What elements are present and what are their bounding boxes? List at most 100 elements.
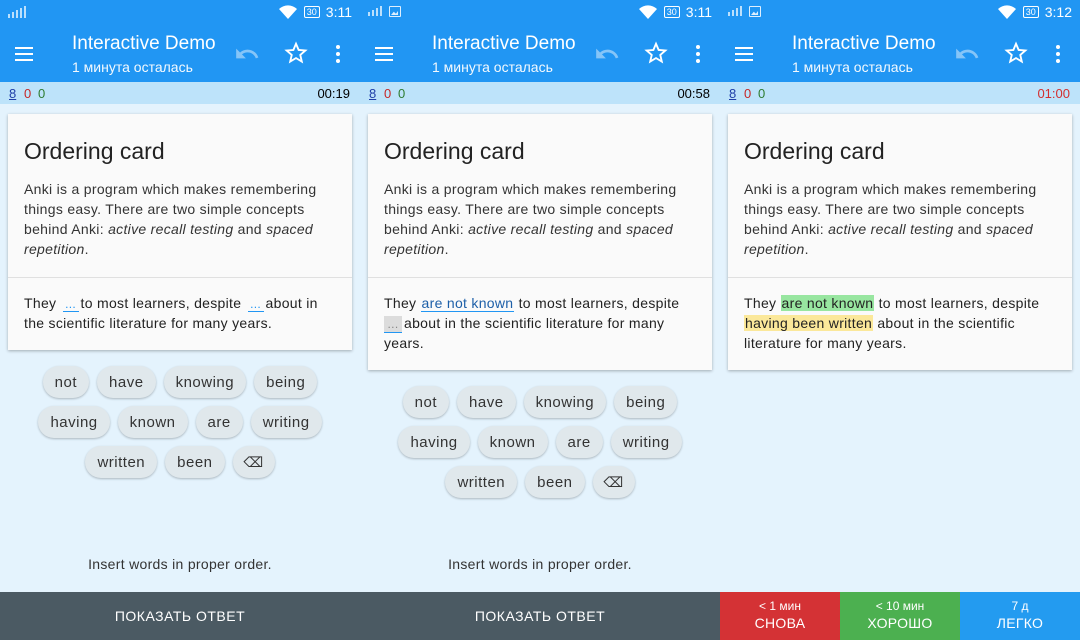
star-icon[interactable] — [1002, 39, 1030, 67]
signal-icon — [8, 6, 26, 18]
word-chip[interactable]: have — [457, 386, 516, 418]
star-icon[interactable] — [282, 39, 310, 67]
card-timer: 01:00 — [1037, 86, 1070, 101]
flashcard: Ordering card Anki is a program which ma… — [368, 114, 712, 370]
word-chip[interactable]: being — [614, 386, 678, 418]
word-chip[interactable]: being — [254, 366, 318, 398]
more-options-icon[interactable] — [330, 41, 346, 67]
clock: 3:11 — [685, 4, 712, 20]
status-right: 30 3:11 — [638, 4, 712, 20]
word-chip[interactable]: been — [525, 466, 585, 498]
show-answer-button[interactable]: ПОКАЗАТЬ ОТВЕТ — [360, 592, 720, 640]
clock: 3:11 — [325, 4, 352, 20]
word-chip[interactable]: have — [97, 366, 156, 398]
word-chip[interactable]: are — [195, 406, 243, 438]
word-chip[interactable]: not — [42, 366, 90, 398]
easy-label: ЛЕГКО — [996, 615, 1044, 631]
card-text: Anki is a program which makes rememberin… — [744, 181, 1037, 257]
clock: 3:12 — [1044, 4, 1072, 20]
undo-icon[interactable] — [594, 41, 620, 67]
word-chip[interactable]: having — [38, 406, 110, 438]
word-chip[interactable]: written — [445, 466, 518, 498]
easy-interval: 7 д — [1011, 599, 1029, 613]
review-count: 0 — [758, 86, 766, 101]
card-text: Anki is a program which makes rememberin… — [384, 181, 677, 257]
signal-icon — [728, 6, 742, 16]
again-interval: < 1 мин — [759, 599, 801, 613]
good-button[interactable]: < 10 мин ХОРОШО — [840, 592, 960, 640]
word-chip[interactable]: known — [117, 406, 188, 438]
word-chip[interactable]: not — [402, 386, 450, 418]
word-chips: not have knowing being having known are … — [0, 366, 360, 478]
battery-icon: 30 — [303, 6, 320, 18]
word-chip[interactable]: written — [85, 446, 158, 478]
word-chip[interactable]: knowing — [163, 366, 247, 398]
wifi-icon — [278, 5, 297, 19]
learning-count: 0 — [24, 86, 32, 101]
toolbar: Interactive Demo 1 минута осталась — [720, 26, 1080, 82]
word-chip[interactable]: been — [165, 446, 225, 478]
easy-button[interactable]: 7 д ЛЕГКО — [960, 592, 1080, 640]
backspace-icon[interactable]: ⌫ — [232, 446, 275, 478]
again-button[interactable]: < 1 мин СНОВА — [720, 592, 840, 640]
word-chip[interactable]: writing — [250, 406, 322, 438]
hamburger-menu-icon[interactable] — [730, 40, 758, 68]
word-chip[interactable]: are — [555, 426, 603, 458]
status-bar: 30 3:12 — [720, 0, 1080, 26]
learning-count: 0 — [384, 86, 392, 101]
card-question: Ordering card Anki is a program which ma… — [8, 114, 352, 278]
cloze-sentence: They ... to most learners, despite ... abo… — [24, 295, 318, 331]
again-label: СНОВА — [754, 615, 806, 631]
correct-answer-2: having been written — [744, 315, 874, 331]
word-chip[interactable]: knowing — [523, 386, 607, 418]
word-chip[interactable]: writing — [610, 426, 682, 458]
chip-row: not have knowing being — [42, 366, 318, 398]
undo-icon[interactable] — [954, 41, 980, 67]
cloze-gap-1[interactable]: ... — [62, 297, 79, 312]
card-title: Ordering card — [24, 138, 165, 164]
screen-2: 30 3:11 Interactive Demo 1 минута остала… — [360, 0, 720, 640]
card-question: Ordering card Anki is a program which ma… — [368, 114, 712, 278]
wifi-icon — [997, 5, 1016, 19]
gallery-icon — [389, 6, 401, 17]
star-icon[interactable] — [642, 39, 670, 67]
new-count: 8 — [9, 86, 17, 101]
correct-answer-1: are not known — [780, 295, 875, 311]
wifi-icon — [638, 5, 657, 19]
undo-icon[interactable] — [234, 41, 260, 67]
show-answer-button[interactable]: ПОКАЗАТЬ ОТВЕТ — [0, 592, 360, 640]
screen-3: 30 3:12 Interactive Demo 1 минута остала… — [720, 0, 1080, 640]
flashcard: Ordering card Anki is a program which ma… — [8, 114, 352, 350]
more-options-icon[interactable] — [1050, 41, 1066, 67]
count-bar: 8 0 0 00:19 — [0, 82, 360, 104]
time-remaining: 1 минута осталась — [792, 59, 913, 75]
answer-buttons: < 1 мин СНОВА < 10 мин ХОРОШО 7 д ЛЕГКО — [720, 592, 1080, 640]
hamburger-menu-icon[interactable] — [370, 40, 398, 68]
backspace-icon[interactable]: ⌫ — [592, 466, 635, 498]
card-timer: 00:58 — [677, 86, 710, 101]
count-bar: 8 0 0 01:00 — [720, 82, 1080, 104]
card-title: Ordering card — [384, 138, 525, 164]
cloze-sentence: They are not known to most learners, des… — [384, 295, 680, 351]
review-count: 0 — [398, 86, 406, 101]
deck-title: Interactive Demo — [72, 33, 216, 54]
status-right: 30 3:11 — [278, 4, 352, 20]
cloze-gap-1[interactable]: are not known — [420, 295, 515, 312]
toolbar: Interactive Demo 1 минута осталась — [360, 26, 720, 82]
status-bar: 30 3:11 — [0, 0, 360, 26]
signal-icon — [368, 6, 382, 16]
hint-text: Insert words in proper order. — [448, 556, 632, 572]
hamburger-menu-icon[interactable] — [10, 40, 38, 68]
toolbar: Interactive Demo 1 минута осталась — [0, 26, 360, 82]
battery-icon: 30 — [1022, 6, 1039, 18]
screen-1: 30 3:11 Interactive Demo 1 минута остала… — [0, 0, 360, 640]
screens-container: 30 3:11 Interactive Demo 1 минута остала… — [0, 0, 1080, 640]
word-chip[interactable]: known — [477, 426, 548, 458]
cloze-gap-2[interactable]: ... — [384, 316, 402, 333]
cloze-gap-2[interactable]: ... — [247, 297, 264, 312]
learning-count: 0 — [744, 86, 752, 101]
word-chip[interactable]: having — [398, 426, 470, 458]
good-label: ХОРОШО — [867, 615, 933, 631]
more-options-icon[interactable] — [690, 41, 706, 67]
gallery-icon — [749, 6, 761, 17]
